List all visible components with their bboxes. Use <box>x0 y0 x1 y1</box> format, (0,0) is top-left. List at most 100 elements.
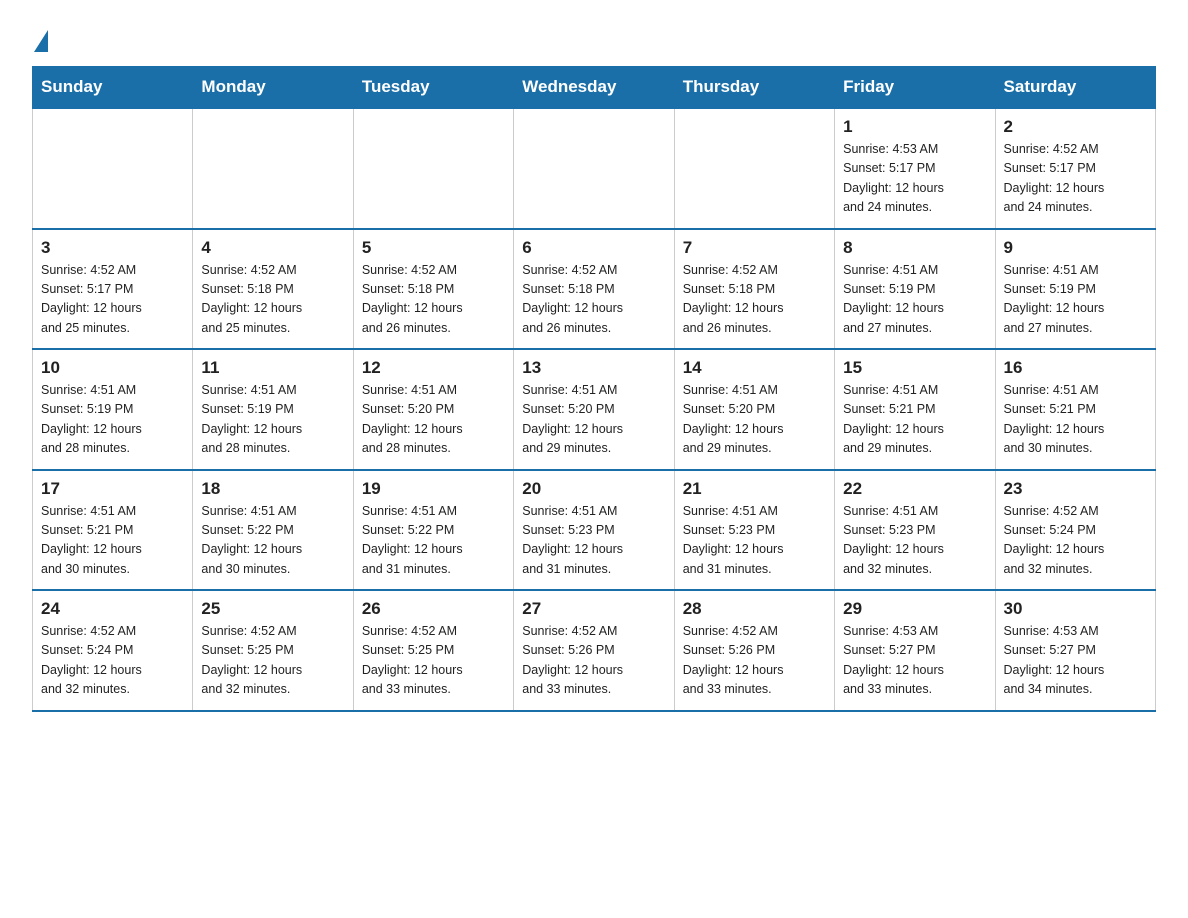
day-info: Sunrise: 4:51 AMSunset: 5:23 PMDaylight:… <box>522 502 665 580</box>
day-info: Sunrise: 4:53 AMSunset: 5:27 PMDaylight:… <box>1004 622 1147 700</box>
calendar-cell: 16 Sunrise: 4:51 AMSunset: 5:21 PMDayligh… <box>995 349 1155 470</box>
calendar-cell: 5 Sunrise: 4:52 AMSunset: 5:18 PMDaylight… <box>353 229 513 350</box>
week-row-3: 10 Sunrise: 4:51 AMSunset: 5:19 PMDayligh… <box>33 349 1156 470</box>
day-number: 24 <box>41 599 184 619</box>
calendar-cell: 1 Sunrise: 4:53 AMSunset: 5:17 PMDaylight… <box>835 108 995 229</box>
week-row-5: 24 Sunrise: 4:52 AMSunset: 5:24 PMDayligh… <box>33 590 1156 711</box>
day-info: Sunrise: 4:51 AMSunset: 5:19 PMDaylight:… <box>1004 261 1147 339</box>
calendar-cell: 26Sunrise: 4:52 AMSunset: 5:25 PMDayligh… <box>353 590 513 711</box>
day-info: Sunrise: 4:51 AMSunset: 5:21 PMDaylight:… <box>41 502 184 580</box>
day-info: Sunrise: 4:51 AMSunset: 5:19 PMDaylight:… <box>843 261 986 339</box>
calendar-cell: 3 Sunrise: 4:52 AMSunset: 5:17 PMDaylight… <box>33 229 193 350</box>
week-row-4: 17Sunrise: 4:51 AMSunset: 5:21 PMDayligh… <box>33 470 1156 591</box>
day-info: Sunrise: 4:51 AMSunset: 5:23 PMDaylight:… <box>843 502 986 580</box>
logo-triangle-icon <box>34 30 48 52</box>
day-info: Sunrise: 4:52 AMSunset: 5:17 PMDaylight:… <box>41 261 184 339</box>
logo <box>32 28 48 48</box>
day-number: 7 <box>683 238 826 258</box>
calendar-cell: 18 Sunrise: 4:51 AMSunset: 5:22 PMDayligh… <box>193 470 353 591</box>
day-info: Sunrise: 4:51 AMSunset: 5:21 PMDaylight:… <box>1004 381 1147 459</box>
day-number: 13 <box>522 358 665 378</box>
day-number: 3 <box>41 238 184 258</box>
day-info: Sunrise: 4:52 AMSunset: 5:18 PMDaylight:… <box>201 261 344 339</box>
day-number: 21 <box>683 479 826 499</box>
calendar-cell <box>353 108 513 229</box>
day-number: 11 <box>201 358 344 378</box>
day-info: Sunrise: 4:51 AMSunset: 5:20 PMDaylight:… <box>362 381 505 459</box>
calendar-cell: 20 Sunrise: 4:51 AMSunset: 5:23 PMDayligh… <box>514 470 674 591</box>
day-number: 14 <box>683 358 826 378</box>
calendar-cell: 13 Sunrise: 4:51 AMSunset: 5:20 PMDayligh… <box>514 349 674 470</box>
day-info: Sunrise: 4:53 AMSunset: 5:17 PMDaylight:… <box>843 140 986 218</box>
calendar-header-row: SundayMondayTuesdayWednesdayThursdayFrid… <box>33 67 1156 109</box>
day-info: Sunrise: 4:52 AMSunset: 5:18 PMDaylight:… <box>683 261 826 339</box>
week-row-1: 1 Sunrise: 4:53 AMSunset: 5:17 PMDaylight… <box>33 108 1156 229</box>
day-info: Sunrise: 4:52 AMSunset: 5:24 PMDaylight:… <box>41 622 184 700</box>
calendar-cell: 11Sunrise: 4:51 AMSunset: 5:19 PMDayligh… <box>193 349 353 470</box>
calendar-cell: 15 Sunrise: 4:51 AMSunset: 5:21 PMDayligh… <box>835 349 995 470</box>
calendar-cell: 9 Sunrise: 4:51 AMSunset: 5:19 PMDaylight… <box>995 229 1155 350</box>
day-number: 4 <box>201 238 344 258</box>
day-info: Sunrise: 4:52 AMSunset: 5:24 PMDaylight:… <box>1004 502 1147 580</box>
calendar-cell: 6 Sunrise: 4:52 AMSunset: 5:18 PMDaylight… <box>514 229 674 350</box>
calendar-cell: 24 Sunrise: 4:52 AMSunset: 5:24 PMDayligh… <box>33 590 193 711</box>
calendar-cell <box>674 108 834 229</box>
day-info: Sunrise: 4:53 AMSunset: 5:27 PMDaylight:… <box>843 622 986 700</box>
calendar-cell: 8 Sunrise: 4:51 AMSunset: 5:19 PMDaylight… <box>835 229 995 350</box>
day-info: Sunrise: 4:51 AMSunset: 5:22 PMDaylight:… <box>201 502 344 580</box>
day-info: Sunrise: 4:52 AMSunset: 5:18 PMDaylight:… <box>362 261 505 339</box>
day-number: 12 <box>362 358 505 378</box>
calendar-cell: 2Sunrise: 4:52 AMSunset: 5:17 PMDaylight… <box>995 108 1155 229</box>
calendar-cell <box>33 108 193 229</box>
day-number: 28 <box>683 599 826 619</box>
day-number: 18 <box>201 479 344 499</box>
day-number: 25 <box>201 599 344 619</box>
calendar-cell: 23 Sunrise: 4:52 AMSunset: 5:24 PMDayligh… <box>995 470 1155 591</box>
day-number: 16 <box>1004 358 1147 378</box>
day-number: 8 <box>843 238 986 258</box>
col-header-sunday: Sunday <box>33 67 193 109</box>
week-row-2: 3 Sunrise: 4:52 AMSunset: 5:17 PMDaylight… <box>33 229 1156 350</box>
day-number: 2 <box>1004 117 1147 137</box>
col-header-tuesday: Tuesday <box>353 67 513 109</box>
day-number: 20 <box>522 479 665 499</box>
calendar-cell: 12 Sunrise: 4:51 AMSunset: 5:20 PMDayligh… <box>353 349 513 470</box>
day-number: 23 <box>1004 479 1147 499</box>
calendar-cell <box>193 108 353 229</box>
calendar-cell: 7 Sunrise: 4:52 AMSunset: 5:18 PMDaylight… <box>674 229 834 350</box>
day-number: 9 <box>1004 238 1147 258</box>
col-header-wednesday: Wednesday <box>514 67 674 109</box>
calendar-cell <box>514 108 674 229</box>
day-info: Sunrise: 4:51 AMSunset: 5:19 PMDaylight:… <box>41 381 184 459</box>
calendar-cell: 4 Sunrise: 4:52 AMSunset: 5:18 PMDaylight… <box>193 229 353 350</box>
day-number: 6 <box>522 238 665 258</box>
day-number: 26 <box>362 599 505 619</box>
day-info: Sunrise: 4:52 AMSunset: 5:26 PMDaylight:… <box>522 622 665 700</box>
col-header-friday: Friday <box>835 67 995 109</box>
day-number: 30 <box>1004 599 1147 619</box>
day-number: 27 <box>522 599 665 619</box>
day-info: Sunrise: 4:51 AMSunset: 5:22 PMDaylight:… <box>362 502 505 580</box>
calendar-cell: 14Sunrise: 4:51 AMSunset: 5:20 PMDayligh… <box>674 349 834 470</box>
day-number: 22 <box>843 479 986 499</box>
calendar-cell: 28 Sunrise: 4:52 AMSunset: 5:26 PMDayligh… <box>674 590 834 711</box>
day-number: 1 <box>843 117 986 137</box>
day-info: Sunrise: 4:52 AMSunset: 5:18 PMDaylight:… <box>522 261 665 339</box>
calendar-cell: 10 Sunrise: 4:51 AMSunset: 5:19 PMDayligh… <box>33 349 193 470</box>
col-header-saturday: Saturday <box>995 67 1155 109</box>
day-info: Sunrise: 4:51 AMSunset: 5:21 PMDaylight:… <box>843 381 986 459</box>
day-number: 5 <box>362 238 505 258</box>
day-number: 15 <box>843 358 986 378</box>
calendar-cell: 19Sunrise: 4:51 AMSunset: 5:22 PMDayligh… <box>353 470 513 591</box>
calendar-cell: 17Sunrise: 4:51 AMSunset: 5:21 PMDayligh… <box>33 470 193 591</box>
day-info: Sunrise: 4:51 AMSunset: 5:20 PMDaylight:… <box>522 381 665 459</box>
col-header-thursday: Thursday <box>674 67 834 109</box>
calendar-cell: 29Sunrise: 4:53 AMSunset: 5:27 PMDayligh… <box>835 590 995 711</box>
calendar-cell: 21 Sunrise: 4:51 AMSunset: 5:23 PMDayligh… <box>674 470 834 591</box>
calendar: SundayMondayTuesdayWednesdayThursdayFrid… <box>32 66 1156 712</box>
calendar-cell: 27 Sunrise: 4:52 AMSunset: 5:26 PMDayligh… <box>514 590 674 711</box>
calendar-cell: 30 Sunrise: 4:53 AMSunset: 5:27 PMDayligh… <box>995 590 1155 711</box>
day-info: Sunrise: 4:52 AMSunset: 5:26 PMDaylight:… <box>683 622 826 700</box>
day-info: Sunrise: 4:51 AMSunset: 5:23 PMDaylight:… <box>683 502 826 580</box>
day-number: 10 <box>41 358 184 378</box>
